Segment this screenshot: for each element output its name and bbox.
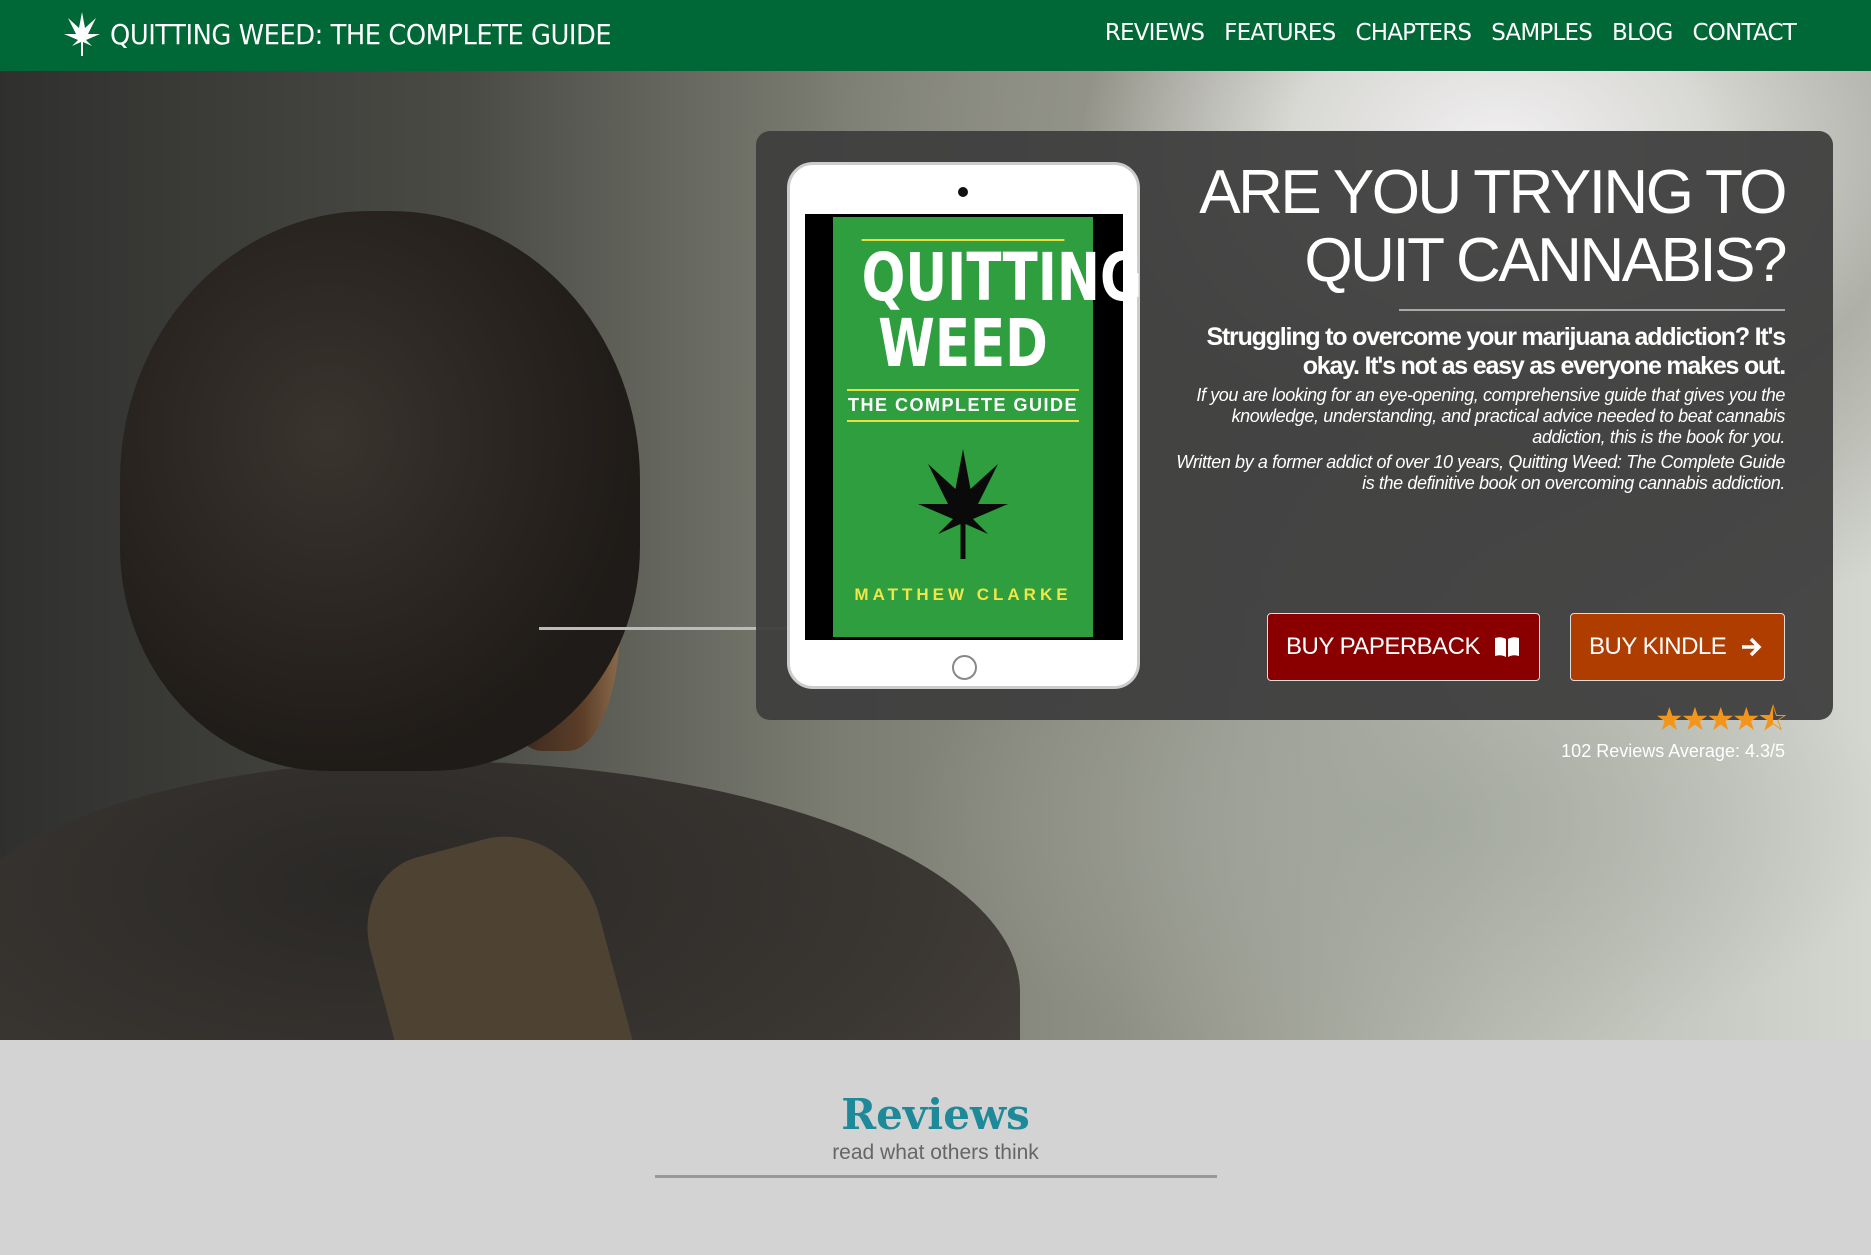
background-person-beanie [120,211,640,771]
nav-reviews[interactable]: REVIEWS [1105,20,1205,46]
hero-section: QUITTING WEED THE COMPLETE GUIDE MATTHEW … [0,71,1871,1040]
nav-blog[interactable]: BLOG [1612,20,1673,46]
nav-chapters[interactable]: CHAPTERS [1355,20,1472,46]
buy-kindle-button[interactable]: BUY KINDLE [1570,613,1785,681]
brand-link[interactable]: QUITTING WEED: THE COMPLETE GUIDE [62,10,655,58]
cannabis-leaf-icon [833,444,1093,569]
arrow-right-icon [1742,637,1762,657]
nav-samples[interactable]: SAMPLES [1491,20,1593,46]
hero-paragraph-2: Written by a former addict of over 10 ye… [1176,452,1785,493]
tablet-camera [958,187,968,197]
nav-contact[interactable]: CONTACT [1693,20,1797,46]
tablet-mockup: QUITTING WEED THE COMPLETE GUIDE MATTHEW … [787,162,1143,689]
book-title: QUITTING WEED [861,239,1143,382]
book-author: MATTHEW CLARKE [854,585,1072,604]
hero-copy: ARE YOU TRYING TO QUIT CANNABIS? Struggli… [1165,158,1787,494]
nav-menu: REVIEWS FEATURES CHAPTERS SAMPLES BLOG C… [1105,20,1797,46]
reviews-subtitle: read what others think [832,1141,1039,1164]
buy-kindle-label: BUY KINDLE [1589,633,1727,660]
hero-subheading: Struggling to overcome your marijuana ad… [1206,323,1786,380]
hero-heading: ARE YOU TRYING TO QUIT CANNABIS? [1199,158,1787,295]
buy-paperback-label: BUY PAPERBACK [1286,633,1481,660]
tablet-screen: QUITTING WEED THE COMPLETE GUIDE MATTHEW … [805,214,1143,640]
heading-divider [1399,309,1785,311]
reviews-divider [654,1175,1217,1178]
nav-features[interactable]: FEATURES [1224,20,1336,46]
brand-title: QUITTING WEED: THE COMPLETE GUIDE [110,17,612,51]
cannabis-leaf-icon [64,12,100,56]
reviews-title: Reviews [841,1090,1030,1139]
book-subtitle: THE COMPLETE GUIDE [847,389,1079,422]
book-open-icon [1495,637,1520,657]
reviews-section: Reviews read what others think [0,1040,1871,1178]
buy-buttons: BUY PAPERBACK BUY KINDLE [1267,613,1785,681]
tablet-home-button [952,655,977,680]
rating-text: 102 Reviews Average: 4.3/5 [1561,741,1785,761]
hero-panel: QUITTING WEED THE COMPLETE GUIDE MATTHEW … [756,131,1833,761]
book-cover: QUITTING WEED THE COMPLETE GUIDE MATTHEW … [833,217,1143,637]
top-nav: QUITTING WEED: THE COMPLETE GUIDE REVIEW… [0,0,1871,71]
buy-paperback-button[interactable]: BUY PAPERBACK [1267,613,1540,681]
hero-paragraph-1: If you are looking for an eye-opening, c… [1196,385,1785,447]
